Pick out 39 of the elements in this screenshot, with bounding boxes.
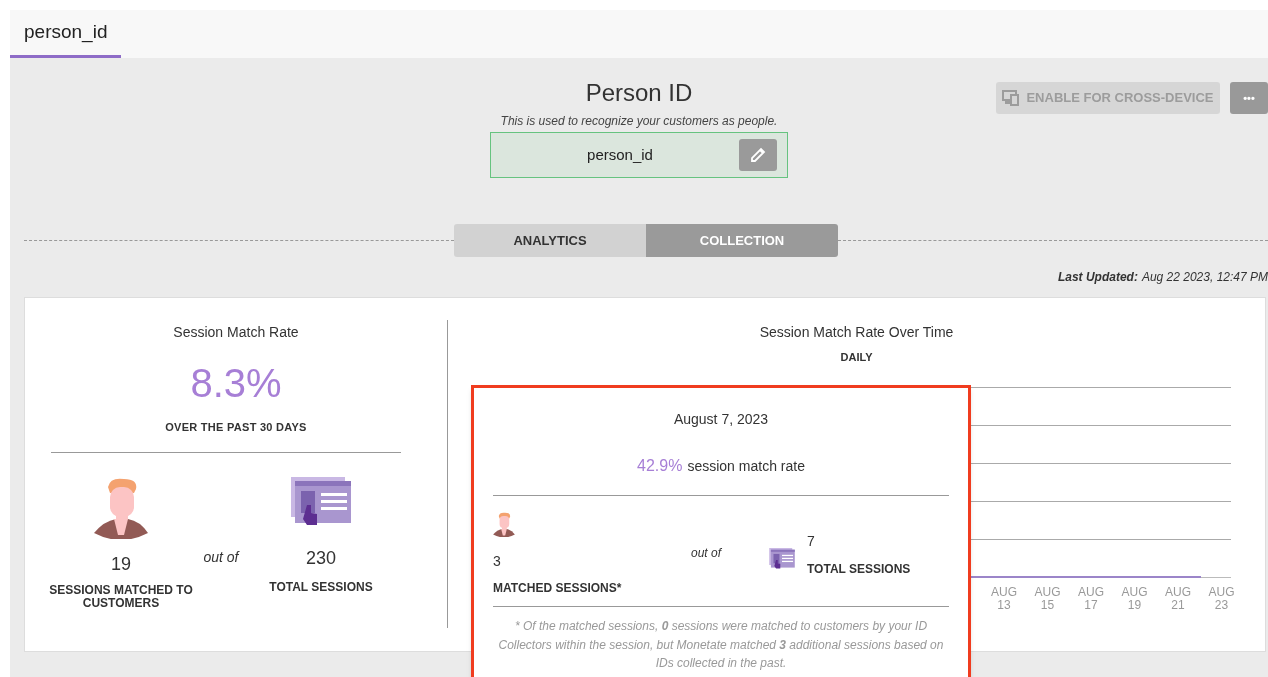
tooltip-matched-count: 3 [493, 552, 501, 571]
tooltip-total-label: TOTAL SESSIONS [807, 561, 911, 578]
tooltip-rate-label: session match rate [687, 457, 805, 476]
axis-label: AUG 19 [1120, 585, 1149, 612]
tooltip-total-count: 7 [807, 532, 815, 551]
page-title: Person ID [585, 78, 693, 108]
last-updated: Last Updated: Aug 22 2023, 12:47 PM [1056, 269, 1268, 286]
id-value: person_id [586, 144, 654, 165]
person-icon [493, 512, 515, 537]
axis-label: AUG 13 [990, 585, 1018, 612]
view-tab[interactable]: COLLECTION [646, 224, 838, 257]
chart-subtitle: DAILY [840, 350, 873, 365]
total-count: 230 [305, 546, 336, 570]
tooltip-date: August 7, 2023 [673, 410, 769, 429]
panel-title: Session Match Rate [173, 323, 299, 342]
match-rate: 8.3% [190, 360, 282, 407]
browser-click-icon [769, 548, 795, 571]
axis-label: AUG 15 [1033, 585, 1062, 612]
axis-label: AUG 23 [1207, 585, 1236, 612]
matched-count: 19 [111, 552, 131, 576]
person-icon [94, 476, 148, 539]
axis-label: AUG 21 [1164, 585, 1192, 612]
subtitle: This is used to recognize your customers as people. [500, 113, 778, 130]
total-label: TOTAL SESSIONS [269, 578, 373, 596]
axis-label: AUG 17 [1077, 585, 1105, 612]
period-label: OVER THE PAST 30 DAYS [165, 420, 307, 435]
edit-button[interactable] [739, 139, 777, 171]
tooltip-footnote: * Of the matched sessions, 0 sessions were matched to customers by your ID Collectors within the session, but Monetate matched 3 additional sessions based on IDs collected in the past. [497, 618, 945, 672]
tooltip-rate: 42.9% [637, 456, 683, 476]
more-button[interactable]: ••• [1230, 82, 1268, 114]
chart-title: Session Match Rate Over Time [759, 323, 954, 342]
page-tab[interactable]: person_id [10, 10, 122, 58]
matched-label: SESSIONS MATCHED TO CUSTOMERS [48, 583, 194, 610]
tooltip-out-of: out of [691, 545, 722, 562]
tooltip-matched-label: MATCHED SESSIONS* [493, 580, 622, 597]
devices-icon [1002, 90, 1021, 106]
view-tab[interactable]: ANALYTICS [454, 224, 646, 257]
pencil-icon [749, 146, 767, 164]
out-of-label: out of [202, 547, 241, 567]
